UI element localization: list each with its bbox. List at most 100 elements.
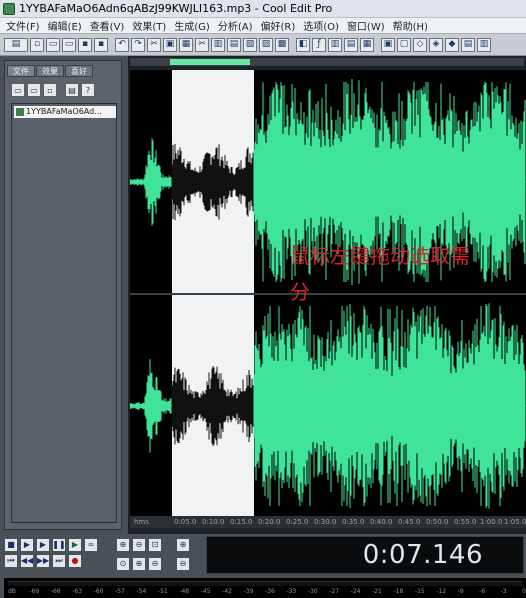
meter-tick: -15: [414, 588, 425, 595]
ruler-tick: 1:00.0: [480, 518, 503, 526]
app-icon: [3, 2, 15, 15]
meter-tick: -27: [329, 588, 340, 595]
fast-forward-icon[interactable]: ▶▶: [36, 554, 50, 568]
menu-edit[interactable]: 编辑(E): [46, 18, 88, 33]
copy-icon[interactable]: ▣: [163, 37, 177, 52]
meter-tick: -69: [29, 588, 40, 595]
zoom-out-horizontal-icon[interactable]: ⊖: [132, 538, 146, 552]
zoom-out-vertical-icon[interactable]: ⊖: [176, 557, 190, 571]
settings-icon[interactable]: ▣: [381, 37, 395, 52]
ruler-tick: 0:10.0: [202, 518, 225, 526]
crop-icon[interactable]: ▨: [259, 37, 273, 52]
level-meter-bar: [8, 581, 522, 586]
menu-favorites[interactable]: 偏好(R): [258, 18, 301, 33]
menu-window[interactable]: 窗口(W): [345, 18, 391, 33]
cut-icon[interactable]: ✂: [147, 37, 161, 52]
meter-tick: -57: [115, 588, 125, 595]
spectral-view-icon[interactable]: ◧: [296, 37, 310, 52]
file-list[interactable]: 1YYBAFaMaO6Ad...: [11, 103, 117, 523]
meter-tick: -9: [457, 588, 464, 595]
menu-options[interactable]: 选项(O): [301, 18, 345, 33]
organizer-tabs: 文件 效果 喜好: [7, 65, 93, 77]
meter-tick: -21: [372, 588, 382, 595]
go-to-end-icon[interactable]: ⏭: [52, 554, 66, 568]
new-file-icon[interactable]: ▫: [30, 37, 44, 52]
overview-scrollbar[interactable]: [130, 58, 524, 66]
zoom-in-horizontal-icon[interactable]: ⊕: [116, 538, 130, 552]
zoom-left-icon[interactable]: ⊕: [132, 557, 146, 571]
meter-tick: -54: [136, 588, 147, 595]
vertical-zoom-controls: ⊕ ⊖: [176, 538, 196, 574]
tab-favorites[interactable]: 喜好: [65, 65, 93, 77]
meter-tick: -18: [393, 588, 404, 595]
menu-generate[interactable]: 生成(G): [172, 18, 216, 33]
play-icon[interactable]: ▶: [20, 538, 34, 552]
open-file-icon[interactable]: ▭: [46, 37, 60, 52]
open-append-icon[interactable]: ▭: [62, 37, 76, 52]
overlay-line-1: 鼠标左键拖动选取需: [290, 244, 470, 268]
level-meter-scale: dB -69 -66 -63 -60 -57 -54 -51 -48 -45 -42 -39 -36 -3…: [4, 588, 526, 598]
ruler-tick: 1:05.0: [504, 518, 526, 526]
undo-icon[interactable]: ↶: [115, 37, 129, 52]
open-append-folder-icon[interactable]: ▭: [27, 83, 41, 97]
organizer-toolbar: ▭ ▭ ▫ ▤ ?: [11, 83, 95, 97]
zoom-in-vertical-icon[interactable]: ⊕: [176, 538, 190, 552]
zoom-full-icon[interactable]: ⊡: [148, 538, 162, 552]
close-file-icon[interactable]: ▫: [43, 83, 57, 97]
ruler-tick: 0:15.0: [230, 518, 253, 526]
menu-view[interactable]: 查看(V): [88, 18, 131, 33]
meter-tick: -63: [72, 588, 83, 595]
help-icon[interactable]: ?: [81, 83, 95, 97]
effect-icon-3[interactable]: ◆: [445, 37, 459, 52]
meter-tick: -3: [500, 588, 507, 595]
meter-tick: -12: [436, 588, 447, 595]
effect-icon-2[interactable]: ◈: [429, 37, 443, 52]
open-folder-icon[interactable]: ▭: [11, 83, 25, 97]
zoom-right-icon[interactable]: ⊖: [148, 557, 162, 571]
silence-icon[interactable]: ▤: [227, 37, 241, 52]
effect-icon-4[interactable]: ▤: [461, 37, 475, 52]
zoom-selection-icon[interactable]: ⊙: [116, 557, 130, 571]
playlist-icon[interactable]: ▦: [360, 37, 374, 52]
rewind-icon[interactable]: ◀◀: [20, 554, 34, 568]
effect-icon-5[interactable]: ▥: [477, 37, 491, 52]
time-ruler[interactable]: hms 0:05.0 0:10.0 0:15.0 0:20.0 0:25.0 0…: [130, 516, 526, 528]
meter-tick: -33: [286, 588, 297, 595]
list-item[interactable]: 1YYBAFaMaO6Ad...: [14, 106, 116, 118]
marker-icon[interactable]: ▥: [328, 37, 342, 52]
save-all-icon[interactable]: ▪: [94, 37, 108, 52]
play-looped-icon[interactable]: ▶: [68, 538, 82, 552]
record-icon[interactable]: ●: [68, 554, 82, 568]
tab-files[interactable]: 文件: [7, 65, 35, 77]
tutorial-overlay: 鼠标左键拖动选取需 分: [290, 238, 470, 310]
waveform-view-icon[interactable]: ƒ: [312, 37, 326, 52]
redo-icon[interactable]: ↷: [131, 37, 145, 52]
menu-help[interactable]: 帮助(H): [391, 18, 434, 33]
play-to-end-icon[interactable]: ▶: [36, 538, 50, 552]
overview-thumb[interactable]: [170, 59, 250, 65]
overlay-line-2: 分: [290, 280, 310, 304]
effect-icon-1[interactable]: ◇: [413, 37, 427, 52]
trim-icon[interactable]: ▥: [211, 37, 225, 52]
meter-tick: -30: [307, 588, 318, 595]
loop-icon[interactable]: ∞: [84, 538, 98, 552]
go-to-start-icon[interactable]: ⏮: [4, 554, 18, 568]
pause-icon[interactable]: ❚❚: [52, 538, 66, 552]
menu-analyze[interactable]: 分析(A): [216, 18, 259, 33]
meter-tick: -6: [479, 588, 486, 595]
select-all-icon[interactable]: ▩: [275, 37, 289, 52]
delete-icon[interactable]: ▧: [243, 37, 257, 52]
file-name: 1YYBAFaMaO6Ad...: [26, 107, 102, 116]
main-toolbar: ▤ ▫ ▭ ▭ ▪ ▪ ↶ ↷ ✂ ▣ ▦ ✂ ▥ ▤ ▧ ▨ ▩ ◧ ƒ ▥ …: [0, 34, 526, 56]
info-icon[interactable]: ▢: [397, 37, 411, 52]
multitrack-toggle-icon[interactable]: ▤: [4, 37, 28, 52]
insert-icon[interactable]: ▤: [65, 83, 79, 97]
tab-effects[interactable]: 效果: [36, 65, 64, 77]
menu-file[interactable]: 文件(F): [4, 18, 46, 33]
menu-effects[interactable]: 效果(T): [130, 18, 172, 33]
stop-icon[interactable]: ■: [4, 538, 18, 552]
paste-icon[interactable]: ▦: [179, 37, 193, 52]
mix-paste-icon[interactable]: ✂: [195, 37, 209, 52]
save-icon[interactable]: ▪: [78, 37, 92, 52]
cue-list-icon[interactable]: ▤: [344, 37, 358, 52]
